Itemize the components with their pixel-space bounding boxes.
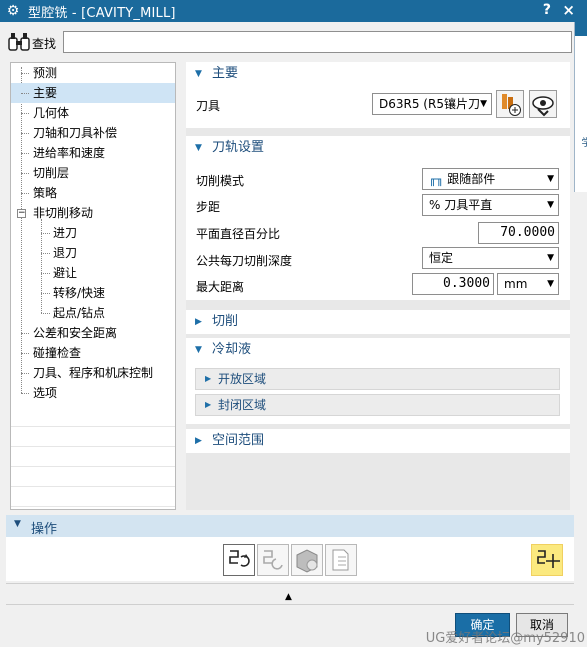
search-input[interactable] <box>63 31 572 53</box>
tree-item-retract[interactable]: 退刀 <box>11 243 175 263</box>
collapse-arrow-icon: ▼ <box>195 345 202 355</box>
stepover-label: 步距 <box>196 200 221 214</box>
section-cutting: ▶ 切削 <box>186 310 570 334</box>
section-path-settings-header[interactable]: ▼ 刀轨设置 <box>186 136 570 160</box>
tree-item-transfer-rapid[interactable]: 转移/快速 <box>11 283 175 303</box>
watermark-text: UG爱好者论坛@my52910 <box>425 631 585 646</box>
tree-item-options[interactable]: 选项 <box>11 383 175 403</box>
new-tool-button[interactable] <box>496 90 524 118</box>
section-coolant: ▼ 冷却液 ▶ 开放区域 ▶ 封闭区域 <box>186 338 570 424</box>
tree-item-collision-check[interactable]: 碰撞检查 <box>11 343 175 363</box>
expand-arrow-icon: ▶ <box>205 374 212 383</box>
list-button[interactable] <box>325 544 357 576</box>
cut-mode-label: 切削模式 <box>196 174 245 188</box>
settings-panel: ▼ 主要 刀具 D63R5 (R5镶片刀 ▼ ▼ 刀轨设置 切削模式 ╓╖ 跟随… <box>186 62 570 510</box>
chevron-down-icon: ▼ <box>480 99 487 109</box>
help-button[interactable]: ? <box>543 2 551 18</box>
section-cutting-header[interactable]: ▶ 切削 <box>186 310 570 334</box>
operation-options-button[interactable] <box>531 544 563 576</box>
binoculars-icon <box>8 33 30 51</box>
max-distance-label: 最大距离 <box>196 280 245 294</box>
background-window-text: 学 <box>579 137 587 147</box>
verify-button[interactable] <box>291 544 323 576</box>
search-row: 查找 <box>0 26 574 58</box>
percent-diameter-input[interactable]: 70.0000 <box>478 222 559 244</box>
tree-item-tolerance[interactable]: 公差和安全距离 <box>11 323 175 343</box>
edit-display-tool-icon <box>532 96 554 117</box>
collapse-arrow-icon: ▼ <box>14 519 21 529</box>
tree-item-geometry[interactable]: 几何体 <box>11 103 175 123</box>
follow-part-icon: ╓╖ <box>429 172 444 186</box>
edit-tool-button[interactable] <box>529 90 557 118</box>
collapse-icon[interactable]: − <box>17 209 26 218</box>
operations-header[interactable]: ▼ 操作 <box>6 515 574 537</box>
expand-arrow-icon: ▶ <box>195 317 202 327</box>
collapse-arrow-icon: ▼ <box>195 143 202 153</box>
tree-item-preview[interactable]: 预测 <box>11 63 175 83</box>
depth-per-cut-select[interactable]: 恒定 ▼ <box>422 247 559 269</box>
max-distance-input[interactable]: 0.3000 <box>412 273 494 295</box>
window-title: 型腔铣 - [CAVITY_MILL] <box>28 5 176 21</box>
chevron-down-icon: ▼ <box>547 200 554 210</box>
percent-diameter-label: 平面直径百分比 <box>196 227 281 241</box>
collapse-up-icon[interactable]: ▲ <box>285 592 292 602</box>
tree-item-non-cutting-moves[interactable]: − 非切削移动 <box>11 203 175 223</box>
verify-icon <box>296 549 318 573</box>
tree-item-avoidance[interactable]: 避让 <box>11 263 175 283</box>
generate-icon <box>229 550 250 567</box>
subsection-open-area[interactable]: ▶ 开放区域 <box>195 368 560 390</box>
cut-mode-select[interactable]: ╓╖ 跟随部件 ▼ <box>422 168 559 190</box>
tree-item-feeds-speeds[interactable]: 进给率和速度 <box>11 143 175 163</box>
tree-item-cut-levels[interactable]: 切削层 <box>11 163 175 183</box>
tree-item-engage[interactable]: 进刀 <box>11 223 175 243</box>
operations-toolbar <box>6 537 574 581</box>
background-window-bar <box>575 22 587 36</box>
background-window-strip: 学 <box>574 22 587 192</box>
chevron-down-icon: ▼ <box>547 174 554 184</box>
tool-select[interactable]: D63R5 (R5镶片刀 ▼ <box>372 93 492 115</box>
search-label: 查找 <box>32 37 57 51</box>
subsection-closed-area[interactable]: ▶ 封闭区域 <box>195 394 560 416</box>
close-button[interactable]: × <box>562 1 575 19</box>
tree-item-tool-axis[interactable]: 刀轴和刀具补偿 <box>11 123 175 143</box>
expand-arrow-icon: ▶ <box>205 400 212 409</box>
tree-empty-rows <box>11 407 175 509</box>
section-spatial-range-header[interactable]: ▶ 空间范围 <box>186 429 570 453</box>
depth-per-cut-label: 公共每刀切削深度 <box>196 254 293 268</box>
stepover-select[interactable]: % 刀具平直 ▼ <box>422 194 559 216</box>
divider <box>6 604 574 605</box>
tool-label: 刀具 <box>196 99 221 113</box>
toolpath-plus-icon <box>537 550 560 568</box>
generate-button[interactable] <box>223 544 255 576</box>
navigation-tree: 预测 主要 几何体 刀轴和刀具补偿 进给率和速度 切削层 策略 − 非切削移动 … <box>10 62 176 510</box>
section-coolant-header[interactable]: ▼ 冷却液 <box>186 338 570 362</box>
chevron-down-icon: ▼ <box>547 279 554 289</box>
new-tool-icon <box>502 94 521 116</box>
tree-item-start-drill-points[interactable]: 起点/钻点 <box>11 303 175 323</box>
chevron-down-icon: ▼ <box>547 253 554 263</box>
replay-button[interactable] <box>257 544 289 576</box>
gear-icon: ⚙ <box>6 3 20 19</box>
tree-item-strategy[interactable]: 策略 <box>11 183 175 203</box>
tree-item-main[interactable]: 主要 <box>11 83 175 103</box>
replay-icon <box>263 550 283 570</box>
divider <box>6 583 574 584</box>
expand-arrow-icon: ▶ <box>195 436 202 446</box>
section-spatial-range: ▶ 空间范围 <box>186 429 570 453</box>
section-path-settings: ▼ 刀轨设置 切削模式 ╓╖ 跟随部件 ▼ 步距 % 刀具平直 ▼ 平面直径百分比 … <box>186 136 570 300</box>
section-main: ▼ 主要 刀具 D63R5 (R5镶片刀 ▼ <box>186 62 570 128</box>
section-main-header[interactable]: ▼ 主要 <box>186 62 570 86</box>
collapse-arrow-icon: ▼ <box>195 69 202 79</box>
max-distance-unit-select[interactable]: mm ▼ <box>497 273 559 295</box>
list-document-icon <box>332 549 349 571</box>
tree-item-tool-program-machine[interactable]: 刀具、程序和机床控制 <box>11 363 175 383</box>
title-bar: ⚙ 型腔铣 - [CAVITY_MILL] ? × <box>0 0 587 22</box>
